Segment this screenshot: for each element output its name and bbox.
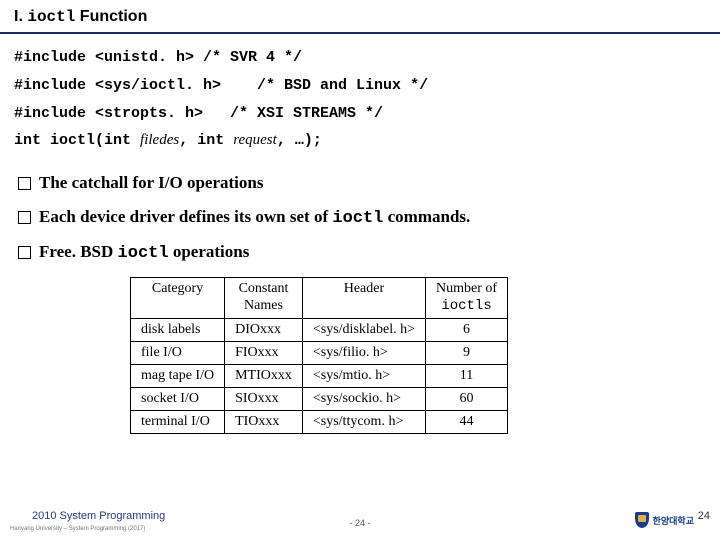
- bullet-box-icon: [18, 211, 31, 224]
- bullet-3-a: Free. BSD: [39, 242, 118, 261]
- title-prefix: I.: [14, 8, 27, 25]
- bullet-3: Free. BSD ioctl operations: [18, 242, 702, 263]
- cell-header: <sys/disklabel. h>: [302, 318, 425, 341]
- bullet-box-icon: [18, 246, 31, 259]
- slide: I. ioctl Function #include <unistd. h> /…: [0, 0, 720, 540]
- footer: 2010 System Programming Hanyang Universi…: [0, 506, 720, 534]
- cell-count: 9: [426, 341, 508, 364]
- code-block: #include <unistd. h> /* SVR 4 */ #includ…: [0, 34, 720, 161]
- bullet-3-mono: ioctl: [118, 244, 169, 263]
- cell-constant: DIOxxx: [225, 318, 303, 341]
- code-line-4e: , …);: [277, 132, 322, 149]
- th-constant: Constant Names: [225, 278, 303, 319]
- page-number: 24: [698, 510, 710, 522]
- table-row: disk labels DIOxxx <sys/disklabel. h> 6: [131, 318, 508, 341]
- th-constant-b: Names: [244, 298, 283, 313]
- th-category: Category: [131, 278, 225, 319]
- bullet-3-b: operations: [169, 242, 250, 261]
- bullet-box-icon: [18, 177, 31, 190]
- cell-header: <sys/sockio. h>: [302, 387, 425, 410]
- bullet-3-text: Free. BSD ioctl operations: [39, 242, 249, 263]
- cell-constant: SIOxxx: [225, 387, 303, 410]
- ioctl-table: Category Constant Names Header Number of…: [130, 277, 508, 434]
- cell-header: <sys/mtio. h>: [302, 364, 425, 387]
- cell-count: 11: [426, 364, 508, 387]
- bullet-list: The catchall for I/O operations Each dev…: [0, 161, 720, 263]
- slide-title: I. ioctl Function: [14, 8, 147, 25]
- code-line-4a: int ioctl(int: [14, 132, 140, 149]
- cell-header: <sys/ttycom. h>: [302, 410, 425, 433]
- table-row: file I/O FIOxxx <sys/filio. h> 9: [131, 341, 508, 364]
- table-row: terminal I/O TIOxxx <sys/ttycom. h> 44: [131, 410, 508, 433]
- th-number-mono: ioctls: [441, 298, 491, 314]
- footer-center-page: - 24 -: [349, 518, 370, 528]
- bullet-2: Each device driver defines its own set o…: [18, 207, 702, 228]
- cell-count: 60: [426, 387, 508, 410]
- code-arg-request: request: [233, 132, 277, 148]
- footer-line-1: 2010 System Programming: [32, 510, 165, 522]
- cell-constant: TIOxxx: [225, 410, 303, 433]
- code-arg-filedes: filedes: [140, 132, 179, 148]
- code-line-1: #include <unistd. h> /* SVR 4 */: [14, 49, 302, 66]
- ioctl-table-wrap: Category Constant Names Header Number of…: [130, 277, 610, 434]
- bullet-2-mono: ioctl: [332, 209, 383, 228]
- code-line-4c: , int: [179, 132, 233, 149]
- cell-count: 44: [426, 410, 508, 433]
- bullet-2-text: Each device driver defines its own set o…: [39, 207, 470, 228]
- table-row: mag tape I/O MTIOxxx <sys/mtio. h> 11: [131, 364, 508, 387]
- cell-category: file I/O: [131, 341, 225, 364]
- table-row: socket I/O SIOxxx <sys/sockio. h> 60: [131, 387, 508, 410]
- shield-icon: [635, 512, 649, 528]
- title-bar: I. ioctl Function: [0, 0, 720, 34]
- cell-count: 6: [426, 318, 508, 341]
- bullet-1-text: The catchall for I/O operations: [39, 173, 263, 193]
- code-line-2: #include <sys/ioctl. h> /* BSD and Linux…: [14, 77, 428, 94]
- footer-line-2: Hanyang University – System Programming …: [10, 526, 145, 532]
- title-mono: ioctl: [27, 8, 75, 26]
- bullet-2-a: Each device driver defines its own set o…: [39, 207, 332, 226]
- code-line-3: #include <stropts. h> /* XSI STREAMS */: [14, 105, 383, 122]
- cell-constant: FIOxxx: [225, 341, 303, 364]
- bullet-1: The catchall for I/O operations: [18, 173, 702, 193]
- cell-header: <sys/filio. h>: [302, 341, 425, 364]
- cell-category: mag tape I/O: [131, 364, 225, 387]
- bullet-2-b: commands.: [383, 207, 470, 226]
- cell-category: socket I/O: [131, 387, 225, 410]
- university-name: 한양대학교: [653, 514, 694, 527]
- table-header-row: Category Constant Names Header Number of…: [131, 278, 508, 319]
- title-suffix: Function: [75, 8, 147, 25]
- cell-category: disk labels: [131, 318, 225, 341]
- university-logo: 한양대학교: [635, 512, 694, 528]
- th-number: Number of ioctls: [426, 278, 508, 319]
- th-number-a: Number of: [436, 281, 497, 296]
- th-header: Header: [302, 278, 425, 319]
- cell-constant: MTIOxxx: [225, 364, 303, 387]
- th-constant-a: Constant: [239, 281, 289, 296]
- cell-category: terminal I/O: [131, 410, 225, 433]
